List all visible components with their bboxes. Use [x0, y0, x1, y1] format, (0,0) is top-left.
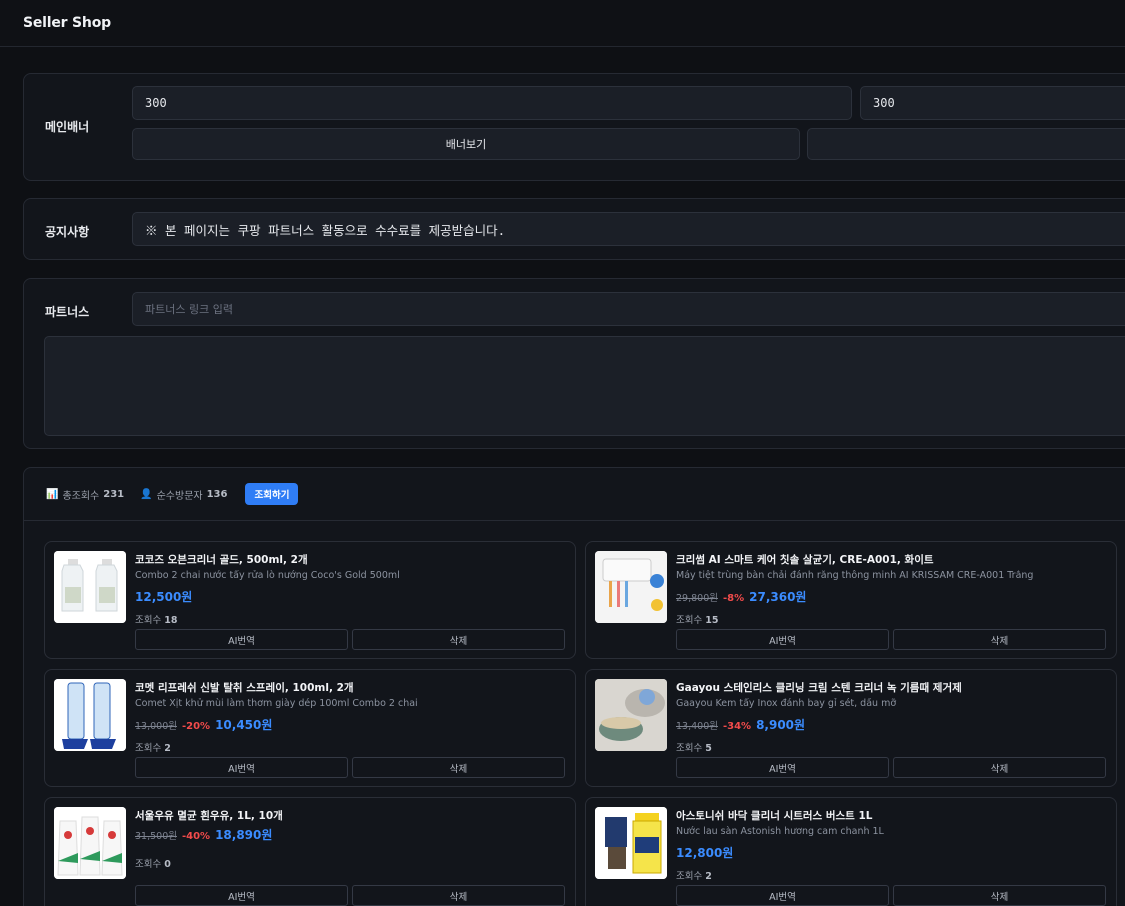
discount-rate: -8%: [722, 593, 745, 604]
views-count: 5: [705, 743, 712, 754]
notice-input[interactable]: [132, 212, 1125, 246]
product-thumbnail[interactable]: [54, 807, 126, 879]
banner-card: 메인배너 배너보기: [23, 73, 1125, 181]
partners-textarea[interactable]: [44, 336, 1125, 436]
product-thumbnail[interactable]: [595, 807, 667, 879]
views-label: 조회수: [676, 615, 703, 626]
delete-button[interactable]: 삭제: [893, 757, 1106, 778]
ai-translate-button[interactable]: AI번역: [676, 629, 889, 650]
product-views: 조회수 5: [676, 740, 712, 754]
product-card: 아스토니쉬 바닥 클리너 시트러스 버스트 1L Nước lau sàn As…: [585, 797, 1117, 906]
banner-width-input[interactable]: [132, 86, 852, 120]
product-views: 조회수 18: [135, 612, 178, 626]
views-count: 2: [705, 871, 712, 882]
ai-translate-button[interactable]: AI번역: [135, 757, 348, 778]
partners-card: 파트너스: [23, 278, 1125, 449]
product-thumbnail[interactable]: [595, 551, 667, 623]
product-name[interactable]: 코멧 리프레쉬 신발 탈취 스프레이, 100ml, 2개: [135, 680, 565, 695]
product-thumbnail[interactable]: [54, 551, 126, 623]
product-views: 조회수 15: [676, 612, 719, 626]
app-title: Seller Shop: [23, 15, 111, 31]
top-bar: Seller Shop: [0, 0, 1125, 47]
product-thumbnail[interactable]: [595, 679, 667, 751]
stats-bar: 📊 총조회수 231 👤 순수방문자 136 조회하기: [24, 468, 1125, 521]
discount-rate: -34%: [722, 721, 752, 732]
total-views-value: 231: [103, 488, 125, 500]
product-subtitle: Gaayou Kem tẩy Inox đánh bay gỉ sét, dầu…: [676, 698, 897, 709]
query-button[interactable]: 조회하기: [245, 483, 299, 505]
product-views: 조회수 0: [135, 856, 171, 870]
product-price-row: 31,500원 -40% 18,890원: [135, 826, 272, 843]
partners-label: 파트너스: [45, 305, 90, 319]
product-card: 서울우유 멸균 흰우유, 1L, 10개 31,500원 -40% 18,890…: [44, 797, 576, 906]
views-label: 조회수: [676, 743, 703, 754]
sale-price: 12,800원: [676, 846, 734, 860]
product-name[interactable]: 서울우유 멸균 흰우유, 1L, 10개: [135, 808, 565, 823]
sale-price: 27,360원: [749, 590, 807, 604]
user-icon: 👤: [140, 488, 153, 500]
product-subtitle: Máy tiệt trùng bàn chải đánh răng thông …: [676, 570, 1034, 581]
views-count: 18: [164, 615, 178, 626]
sale-price: 10,450원: [215, 718, 273, 732]
original-price: 13,000원: [135, 721, 177, 732]
product-card: 크리썸 AI 스마트 케어 칫솔 살균기, CRE-A001, 화이트 Máy …: [585, 541, 1117, 659]
notice-label: 공지사항: [45, 225, 90, 239]
product-subtitle: Comet Xịt khử mùi làm thơm giày dép 100m…: [135, 698, 418, 709]
sale-price: 18,890원: [215, 828, 273, 842]
delete-button[interactable]: 삭제: [352, 885, 565, 906]
product-name[interactable]: 코코즈 오븐크리너 골드, 500ml, 2개: [135, 552, 565, 567]
product-price-row: 29,800원 -8% 27,360원: [676, 588, 806, 605]
product-price-row: 13,000원 -20% 10,450원: [135, 716, 272, 733]
product-price-row: 12,800원: [676, 844, 733, 861]
product-name[interactable]: 크리썸 AI 스마트 케어 칫솔 살균기, CRE-A001, 화이트: [676, 552, 1106, 567]
ai-translate-button[interactable]: AI번역: [135, 885, 348, 906]
total-views-stat: 📊 총조회수 231: [46, 487, 124, 502]
views-count: 0: [164, 859, 171, 870]
total-views-label: 총조회수: [62, 490, 100, 502]
views-label: 조회수: [135, 743, 162, 754]
views-count: 15: [705, 615, 719, 626]
sale-price: 12,500원: [135, 590, 193, 604]
product-card: Gaayou 스테인리스 클리닝 크림 스텐 크리너 녹 기름때 제거제 Gaa…: [585, 669, 1117, 787]
product-views: 조회수 2: [676, 868, 712, 882]
product-price-row: 12,500원: [135, 588, 192, 605]
visitor-stat: 👤 순수방문자 136: [140, 487, 227, 502]
ai-translate-button[interactable]: AI번역: [135, 629, 348, 650]
visitor-value: 136: [206, 488, 228, 500]
product-name[interactable]: 아스토니쉬 바닥 클리너 시트러스 버스트 1L: [676, 808, 1106, 823]
views-label: 조회수: [135, 859, 162, 870]
original-price: 31,500원: [135, 831, 177, 842]
ai-translate-button[interactable]: AI번역: [676, 757, 889, 778]
sale-price: 8,900원: [756, 718, 806, 732]
product-price-row: 13,400원 -34% 8,900원: [676, 716, 805, 733]
discount-rate: -40%: [181, 831, 211, 842]
views-label: 조회수: [676, 871, 703, 882]
delete-button[interactable]: 삭제: [352, 629, 565, 650]
chart-icon: 📊: [46, 488, 59, 500]
notice-card: 공지사항: [23, 198, 1125, 260]
delete-button[interactable]: 삭제: [893, 629, 1106, 650]
product-card: 코멧 리프레쉬 신발 탈취 스프레이, 100ml, 2개 Comet Xịt …: [44, 669, 576, 787]
discount-rate: -20%: [181, 721, 211, 732]
delete-button[interactable]: 삭제: [893, 885, 1106, 906]
ai-translate-button[interactable]: AI번역: [676, 885, 889, 906]
banner-height-input[interactable]: [860, 86, 1125, 120]
partners-link-input[interactable]: [132, 292, 1125, 326]
view-banner-button[interactable]: 배너보기: [132, 128, 800, 160]
original-price: 29,800원: [676, 593, 718, 604]
visitor-label: 순수방문자: [156, 490, 203, 502]
product-thumbnail[interactable]: [54, 679, 126, 751]
product-subtitle: Combo 2 chai nước tẩy rửa lò nướng Coco'…: [135, 570, 400, 581]
banner-label: 메인배너: [45, 120, 90, 134]
delete-button[interactable]: 삭제: [352, 757, 565, 778]
views-count: 2: [164, 743, 171, 754]
product-subtitle: Nước lau sàn Astonish hương cam chanh 1L: [676, 826, 884, 837]
original-price: 13,400원: [676, 721, 718, 732]
product-views: 조회수 2: [135, 740, 171, 754]
banner-secondary-button[interactable]: [807, 128, 1125, 160]
product-card: 코코즈 오븐크리너 골드, 500ml, 2개 Combo 2 chai nướ…: [44, 541, 576, 659]
views-label: 조회수: [135, 615, 162, 626]
product-name[interactable]: Gaayou 스테인리스 클리닝 크림 스텐 크리너 녹 기름때 제거제: [676, 680, 1106, 695]
